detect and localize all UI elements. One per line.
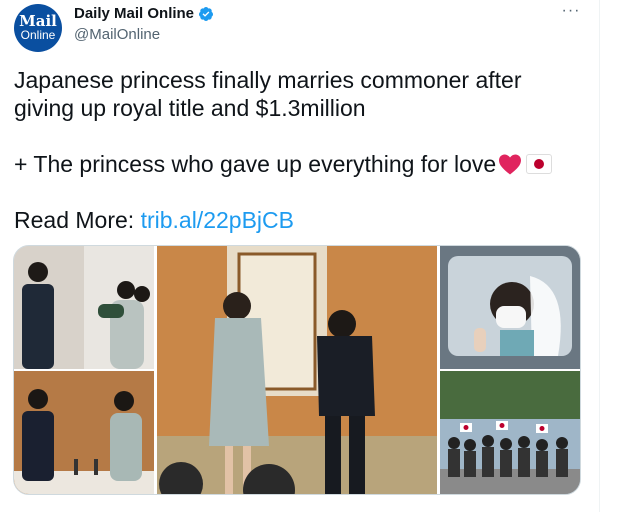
photo-princess-in-car-drawing xyxy=(440,246,580,369)
red-heart-emoji xyxy=(499,154,522,175)
photo-crowd-with-flags-drawing xyxy=(440,371,580,494)
tweet-text-line-4: Read More: trib.al/22pBjCB xyxy=(14,206,294,234)
japan-flag-emoji xyxy=(526,154,553,174)
photo-press-conference-drawing xyxy=(14,371,154,494)
photo-princess-in-car[interactable] xyxy=(440,246,580,369)
tweet-text-line-1: Japanese princess finally marries common… xyxy=(14,67,522,93)
verified-badge-icon xyxy=(199,6,214,21)
author-name-row: Daily Mail Online xyxy=(74,5,214,22)
tweet-text-line-3: + The princess who gave up everything fo… xyxy=(14,150,553,178)
more-options-icon[interactable]: ··· xyxy=(561,3,581,24)
photo-couple-bowing-drawing xyxy=(157,246,437,494)
tweet-text-line-3-label: + The princess who gave up everything fo… xyxy=(14,151,497,177)
photo-crowd-with-flags[interactable] xyxy=(440,371,580,494)
photo-couple-hallway[interactable] xyxy=(14,246,154,369)
tweet-card: Mail Online Daily Mail Online @MailOnlin… xyxy=(0,0,600,512)
read-more-label: Read More: xyxy=(14,207,135,233)
avatar-logo-line2: Online xyxy=(20,28,56,42)
media-grid xyxy=(13,245,581,495)
photo-couple-bowing[interactable] xyxy=(157,246,437,494)
article-link[interactable]: trib.al/22pBjCB xyxy=(141,207,294,233)
tweet-text-line-2: giving up royal title and $1.3million xyxy=(14,95,366,121)
avatar[interactable]: Mail Online xyxy=(14,4,62,52)
photo-press-conference[interactable] xyxy=(14,371,154,494)
display-name[interactable]: Daily Mail Online xyxy=(74,5,194,22)
photo-couple-hallway-drawing xyxy=(14,246,154,369)
avatar-logo-line1: Mail xyxy=(19,12,57,30)
user-handle[interactable]: @MailOnline xyxy=(74,26,160,43)
